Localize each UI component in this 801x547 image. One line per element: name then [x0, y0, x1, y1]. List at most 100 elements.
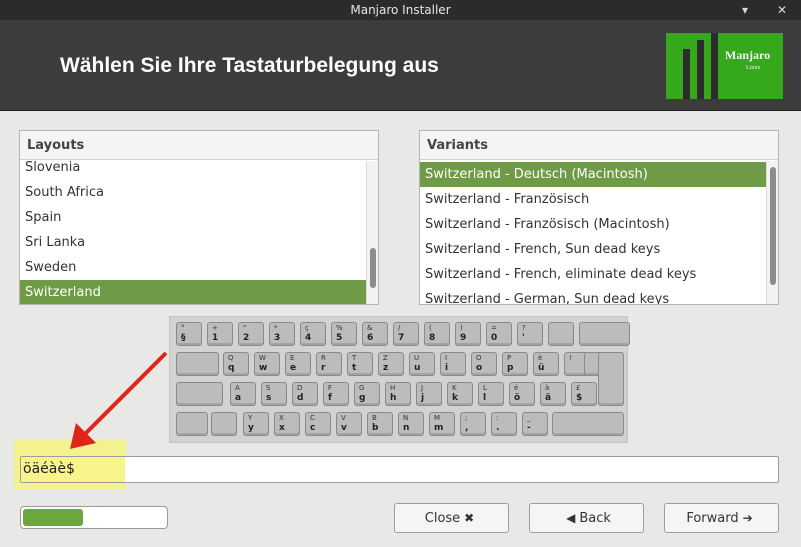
keyboard-key: Qq: [223, 352, 249, 376]
back-arrow-icon: ◀: [566, 511, 576, 525]
keyboard-key: Ww: [254, 352, 280, 376]
key-label: a: [235, 393, 242, 403]
keyboard-key: +1: [207, 322, 233, 346]
key-label: 8: [429, 333, 436, 343]
key-shift-label: B: [372, 414, 377, 422]
keyboard-key: Zz: [378, 352, 404, 376]
key-label: k: [452, 393, 458, 403]
key-shift-label: £: [576, 384, 581, 392]
back-button[interactable]: ◀ Back: [529, 503, 644, 533]
key-shift-label: M: [434, 414, 441, 422]
variants-scrollbar[interactable]: [766, 161, 778, 304]
variant-item[interactable]: Switzerland - French, Sun dead keys: [420, 237, 766, 262]
layout-item[interactable]: Slovenia: [20, 155, 366, 180]
key-shift-label: ç: [305, 324, 309, 332]
keyboard-key: Ff: [323, 382, 349, 406]
key-shift-label: Y: [248, 414, 253, 422]
key-label: ü: [538, 363, 545, 373]
key-label: .: [496, 423, 500, 433]
key-shift-label: _: [527, 414, 531, 422]
layout-item[interactable]: Switzerland: [20, 280, 366, 304]
key-label: ,: [465, 423, 469, 433]
key-shift-label: G: [359, 384, 365, 392]
key-shift-label: E: [290, 354, 295, 362]
keyboard-key: Tt: [347, 352, 373, 376]
key-label: l: [483, 393, 487, 403]
close-button-label: Close: [424, 511, 461, 526]
key-label: 9: [460, 333, 467, 343]
key-label: q: [228, 363, 235, 373]
key-shift-label: é: [514, 384, 519, 392]
keyboard-key: Nn: [398, 412, 424, 436]
key-shift-label: *: [274, 324, 278, 332]
key-shift-label: X: [279, 414, 284, 422]
key-label: n: [403, 423, 410, 433]
keyboard-key: Rr: [316, 352, 342, 376]
variant-item[interactable]: Switzerland - Französisch (Macintosh): [420, 212, 766, 237]
key-shift-label: D: [297, 384, 303, 392]
key-label: $: [576, 393, 583, 403]
key-label: x: [279, 423, 285, 433]
keyboard-key: Vv: [336, 412, 362, 436]
variant-item[interactable]: Switzerland - German, Sun dead keys: [420, 287, 766, 304]
key-shift-label: &: [367, 324, 373, 332]
key-shift-label: J: [421, 384, 424, 392]
key-shift-label: V: [341, 414, 346, 422]
keyboard-key: ) 9: [455, 322, 481, 346]
window-titlebar: Manjaro Installer ▾ ✕: [0, 0, 801, 20]
keyboard-key: éö: [509, 382, 535, 406]
variant-item[interactable]: Switzerland - French, eliminate dead key…: [420, 262, 766, 287]
backspace-key: [579, 322, 630, 346]
annotation-arrow: [70, 351, 168, 449]
keyboard-key: Hh: [385, 382, 411, 406]
layout-item[interactable]: Spain: [20, 205, 366, 230]
key-shift-label: ": [243, 324, 247, 332]
install-progress-bar: [20, 506, 168, 529]
key-shift-label: ?: [522, 324, 526, 332]
keyboard-key: ° §: [176, 322, 202, 346]
key-shift-label: °: [181, 324, 185, 332]
keyboard-key: Gg: [354, 382, 380, 406]
variant-item[interactable]: Switzerland - Französisch: [420, 187, 766, 212]
forward-button[interactable]: Forward ➔: [664, 503, 779, 533]
keyboard-key: = 0: [486, 322, 512, 346]
key-label: 2: [243, 333, 250, 343]
page-header: Wählen Sie Ihre Tastaturbelegung aus Man…: [0, 20, 801, 111]
keyboard-test-value: öäéàè$: [23, 461, 75, 477]
key-label: v: [341, 423, 347, 433]
keyboard-key: Ii: [440, 352, 466, 376]
close-button[interactable]: Close ✖: [394, 503, 509, 533]
variants-header: Variants: [420, 131, 778, 160]
key-shift-label: P: [507, 354, 512, 362]
layouts-scrollbar[interactable]: [366, 161, 378, 304]
layouts-list[interactable]: Layouts Slovenia South Africa Spain Sri Lan…: [19, 130, 379, 305]
back-button-label: Back: [579, 511, 611, 526]
layout-item[interactable]: Sweden: [20, 255, 366, 280]
layout-item[interactable]: Sri Lanka: [20, 230, 366, 255]
variants-scroll-thumb[interactable]: [770, 167, 776, 285]
variants-list[interactable]: Variants Switzerland - Deutsch (Macintos…: [419, 130, 779, 305]
keyboard-key: [211, 412, 237, 436]
key-shift-label: W: [259, 354, 266, 362]
key-shift-label: K: [452, 384, 457, 392]
layouts-scroll-thumb[interactable]: [370, 248, 376, 288]
keyboard-key: Ll: [478, 382, 504, 406]
close-icon: ✖: [464, 511, 475, 525]
keyboard-key: Xx: [274, 412, 300, 436]
logo-name: Manjaro: [725, 48, 771, 62]
keyboard-key: % 5: [331, 322, 357, 346]
key-label: t: [352, 363, 357, 373]
key-shift-label: è: [538, 354, 543, 362]
variant-item[interactable]: Switzerland - Deutsch (Macintosh): [420, 162, 766, 187]
key-shift-label: ): [460, 324, 463, 332]
keyboard-key: _ -: [522, 412, 548, 436]
key-shift-label: :: [496, 414, 499, 422]
keyboard-test-input[interactable]: [20, 456, 779, 483]
close-window-icon[interactable]: ✕: [773, 1, 791, 19]
minimize-icon[interactable]: ▾: [736, 1, 754, 19]
keyboard-key: £ $: [571, 382, 597, 406]
key-shift-label: I: [445, 354, 448, 362]
layout-item[interactable]: South Africa: [20, 180, 366, 205]
key-shift-label: A: [235, 384, 240, 392]
page-title: Wählen Sie Ihre Tastaturbelegung aus: [60, 54, 439, 77]
